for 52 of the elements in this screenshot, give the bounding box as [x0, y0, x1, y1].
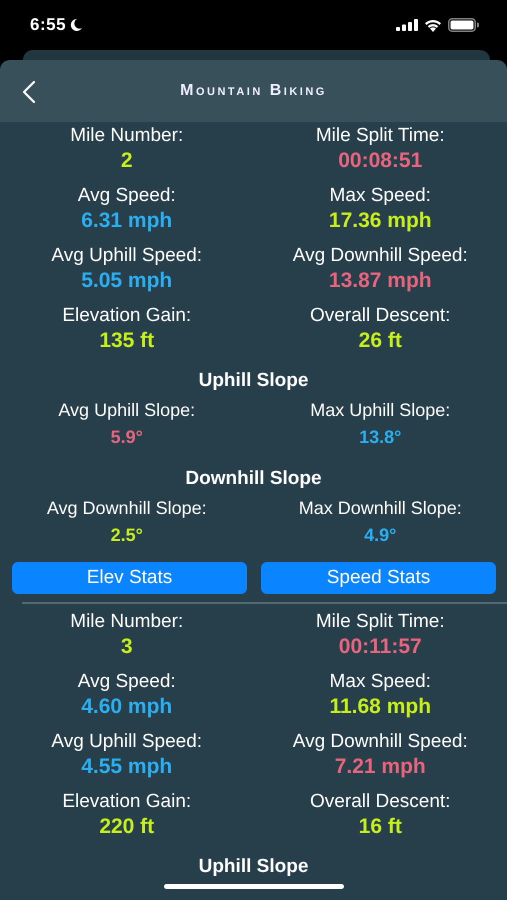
stat-value: 4.9°: [363, 524, 398, 547]
stats-button[interactable]: Elev Stats: [12, 562, 247, 594]
stat-label: Avg Uphill Speed:: [50, 730, 204, 754]
stat-label: Max Uphill Slope:: [309, 399, 452, 422]
stat-value: 4.55 mph: [80, 754, 174, 780]
stat-value: 4.60 mph: [80, 694, 174, 720]
stat-value: 220 ft: [98, 814, 156, 840]
stat-value: 7.21 mph: [334, 754, 427, 780]
section-title: Uphill Slope: [198, 370, 308, 392]
stat-value: 00:11:57: [338, 634, 423, 660]
stat-value: 13.87 mph: [328, 268, 433, 294]
stat-value: 26 ft: [358, 328, 403, 354]
stat-label: Mile Number:: [69, 124, 184, 148]
stat-value: 13.8°: [358, 426, 402, 449]
stat-value: 2.5°: [110, 524, 144, 547]
section-title: Uphill Slope: [198, 856, 308, 878]
stat-label: Avg Uphill Speed:: [50, 244, 204, 268]
stat-label: Elevation Gain:: [61, 790, 192, 814]
stat-label: Overall Descent:: [309, 304, 452, 328]
status-time: 6:55: [30, 15, 66, 35]
moon-icon: [69, 18, 84, 32]
stat-value: 2: [120, 148, 134, 174]
stat-label: Avg Speed:: [76, 184, 177, 208]
stat-value: 135 ft: [98, 328, 156, 354]
stat-label: Mile Split Time:: [314, 124, 446, 148]
stat-label: Max Downhill Slope:: [298, 497, 463, 520]
stat-label: Elevation Gain:: [61, 304, 192, 328]
section-title: Downhill Slope: [185, 468, 322, 490]
screen-title: Mountain Biking: [180, 82, 327, 100]
stat-value: 6.31 mph: [80, 208, 174, 234]
wifi-icon: [424, 18, 442, 32]
stat-value: 16 ft: [358, 814, 403, 840]
stat-label: Mile Split Time:: [314, 610, 446, 634]
stat-label: Max Speed:: [328, 184, 432, 208]
stat-label: Overall Descent:: [309, 790, 452, 814]
stat-value: 5.9°: [110, 426, 144, 449]
stat-value: 11.68 mph: [328, 694, 432, 720]
stats-button[interactable]: Speed Stats: [261, 562, 496, 594]
stat-label: Mile Number:: [69, 610, 184, 634]
stat-label: Avg Speed:: [76, 670, 177, 694]
stat-label: Max Speed:: [328, 670, 432, 694]
stat-value: 00:08:51: [337, 148, 424, 174]
back-icon: [22, 80, 36, 104]
stat-label: Avg Downhill Speed:: [292, 244, 469, 268]
signal-icon: [396, 19, 418, 31]
stat-label: Avg Downhill Slope:: [46, 497, 208, 520]
stat-value: 17.36 mph: [328, 208, 433, 234]
battery-icon: [448, 18, 479, 32]
stat-label: Avg Uphill Slope:: [57, 399, 196, 422]
stat-label: Avg Downhill Speed:: [292, 730, 469, 754]
stat-value: 3: [120, 634, 134, 660]
stat-value: 5.05 mph: [80, 268, 174, 294]
